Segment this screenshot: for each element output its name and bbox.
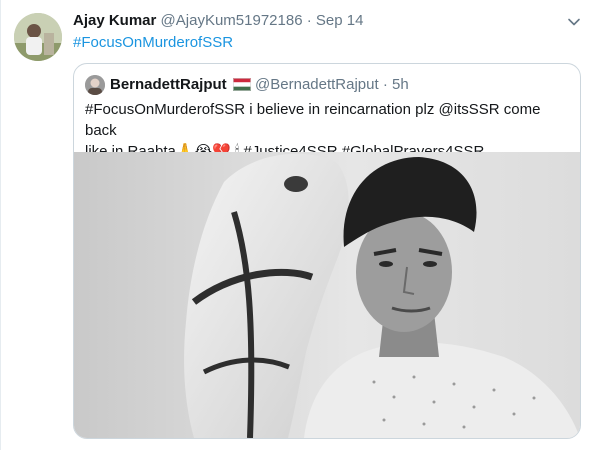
hashtag-link[interactable]: #FocusOnMurderofSSR	[73, 34, 233, 51]
quoted-avatar[interactable]	[85, 75, 105, 95]
tweet-date[interactable]: Sep 14	[316, 12, 364, 29]
tweet-actions-strip	[73, 444, 581, 450]
chevron-down-icon[interactable]	[567, 15, 581, 29]
author-handle[interactable]: @AjayKum51972186	[161, 12, 303, 29]
tweet[interactable]: Ajay Kumar @AjayKum51972186 · Sep 14 #Fo…	[0, 0, 600, 450]
hungary-flag-icon	[232, 77, 251, 91]
avatar[interactable]	[14, 13, 62, 61]
quoted-tweet[interactable]: BernadettRajput @BernadettRajput · 5h #F…	[73, 63, 581, 439]
tweet-header: Ajay Kumar @AjayKum51972186 · Sep 14	[73, 11, 363, 31]
quoted-text-line-1: #FocusOnMurderofSSR i believe in reincar…	[85, 101, 541, 139]
separator: ·	[382, 76, 388, 93]
quoted-author-name[interactable]: BernadettRajput	[110, 76, 227, 93]
quoted-time[interactable]: 5h	[392, 76, 409, 93]
quoted-photo[interactable]	[74, 152, 580, 438]
separator: ·	[306, 12, 312, 29]
tweet-text: #FocusOnMurderofSSR	[73, 33, 233, 53]
quoted-author-handle[interactable]: @BernadettRajput	[255, 76, 379, 93]
quoted-header: BernadettRajput @BernadettRajput · 5h	[110, 75, 409, 95]
author-name[interactable]: Ajay Kumar	[73, 12, 156, 29]
